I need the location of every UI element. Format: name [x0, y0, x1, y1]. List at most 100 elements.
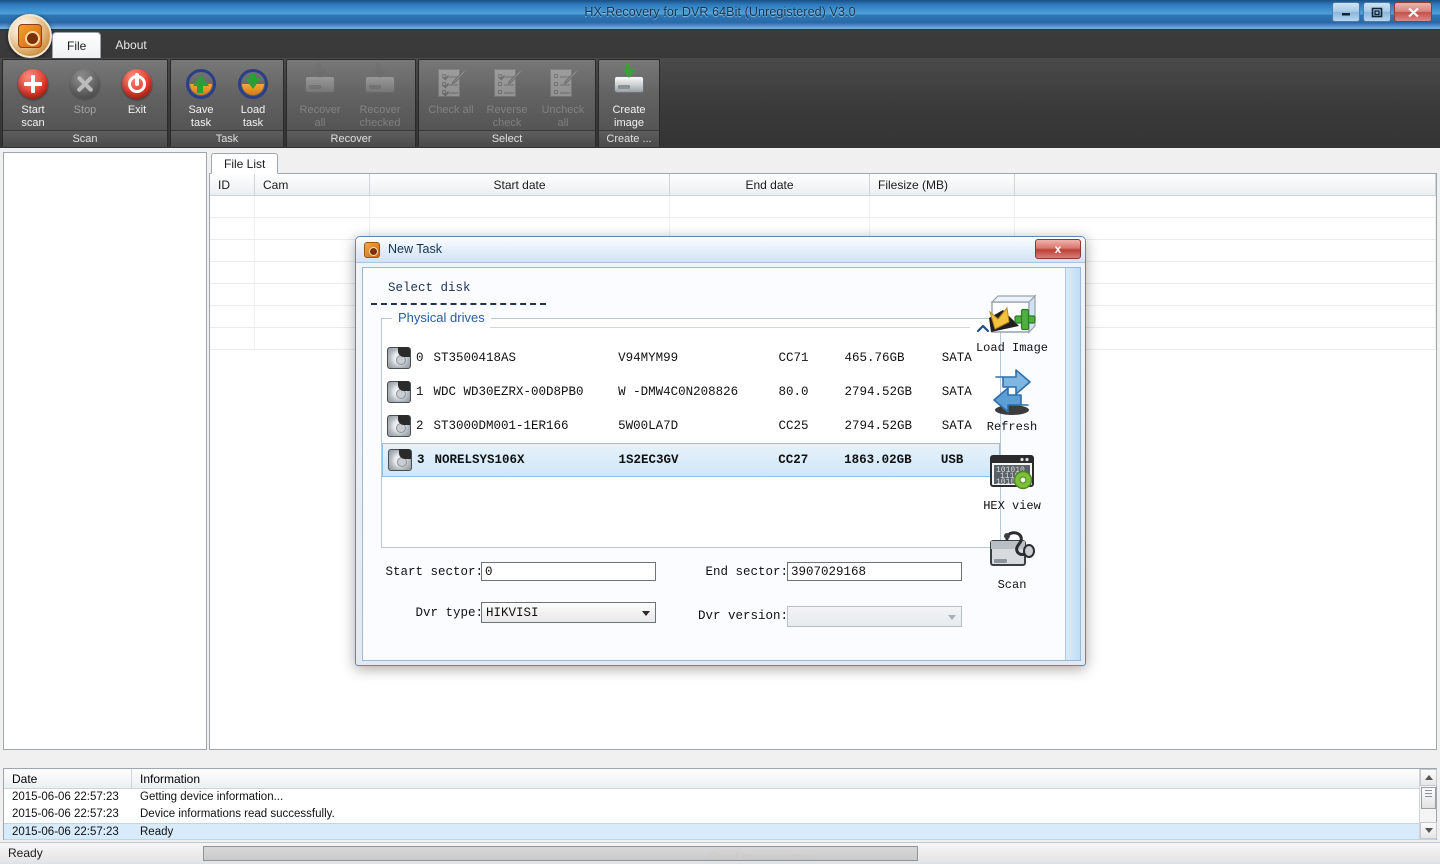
drive-serial: V94MYM99	[618, 351, 679, 365]
physical-drives-groupbox: Physical drives 0 ST3500418AS V94MYM99 C…	[381, 310, 1001, 548]
refresh-button[interactable]: Refresh	[966, 365, 1058, 434]
recover-all-label-line2: all	[314, 117, 326, 129]
create-image-label-line2: image	[614, 117, 644, 129]
recover-all-label-line1: Recover	[299, 104, 341, 116]
end-sector-input[interactable]: 3907029168	[787, 562, 962, 581]
log-header: Date Information	[4, 769, 1436, 789]
column-header-filler	[1015, 174, 1436, 195]
log-row-selected[interactable]: 2015-06-06 22:57:23 Ready	[4, 823, 1436, 840]
save-task-label-line1: Save	[188, 104, 214, 116]
drive-row[interactable]: 1 WDC WD30EZRX-00D8PB0 W -DMW4C0N208826 …	[382, 375, 1000, 409]
drive-size: 2794.52GB	[844, 419, 913, 433]
select-disk-divider	[371, 303, 546, 305]
restore-button[interactable]	[1363, 2, 1391, 22]
dialog-close-button[interactable]: x	[1035, 239, 1081, 259]
ribbon-group-create-title: Create ...	[599, 130, 659, 147]
drive-row-selected[interactable]: 3 NORELSYS106X 1S2EC3GV CC27 1863.02GB U…	[382, 443, 1000, 477]
ribbon-group-create: Create image Create ...	[598, 59, 660, 147]
recover-checked-label-line1: Recover	[359, 104, 401, 116]
hard-disk-icon	[386, 346, 412, 370]
triangle-up-icon	[1424, 775, 1433, 780]
scan-button[interactable]: Scan	[966, 523, 1058, 592]
column-header-cam[interactable]: Cam	[255, 174, 370, 195]
hard-disk-icon	[386, 414, 412, 438]
log-table[interactable]: Date Information 2015-06-06 22:57:23 Get…	[3, 768, 1437, 840]
ribbon-tabs: File About	[52, 30, 161, 58]
load-image-button[interactable]: Load Image	[966, 286, 1058, 355]
scroll-up-button[interactable]	[1420, 769, 1437, 786]
load-task-label-line2: task	[242, 117, 264, 129]
status-text: Ready	[8, 846, 43, 860]
start-sector-input[interactable]: 0	[481, 562, 656, 581]
check-all-icon	[434, 67, 468, 101]
drive-serial: W -DMW4C0N208826	[618, 385, 739, 399]
drive-firmware: CC27	[778, 453, 809, 467]
drive-row[interactable]: 2 ST3000DM001-1ER166 5W00LA7D CC25 2794.…	[382, 409, 1000, 443]
tab-file-list[interactable]: File List	[211, 153, 279, 174]
check-all-button: Check all	[423, 64, 479, 117]
tab-about[interactable]: About	[101, 32, 160, 58]
dialog-titlebar: New Task x	[356, 237, 1085, 263]
log-scrollbar[interactable]	[1419, 769, 1437, 839]
dvr-type-value: HIKVISI	[486, 606, 539, 620]
column-header-id[interactable]: ID	[210, 174, 255, 195]
plus-circle-icon	[16, 67, 50, 101]
power-icon	[120, 67, 154, 101]
create-image-button[interactable]: Create image	[603, 63, 655, 130]
log-column-information[interactable]: Information	[132, 769, 1436, 788]
scroll-down-button[interactable]	[1420, 822, 1437, 839]
drive-model: ST3500418AS	[433, 351, 516, 365]
dvr-type-select[interactable]: HIKVISI	[481, 602, 656, 623]
physical-drives-list[interactable]: 0 ST3500418AS V94MYM99 CC71 465.76GB SAT…	[382, 341, 1000, 477]
hard-disk-icon	[387, 448, 413, 472]
dialog-scrollbar[interactable]	[1067, 302, 1078, 654]
drive-firmware: CC71	[778, 351, 809, 365]
file-list-tabstrip: File List	[209, 152, 1437, 174]
dialog-title: New Task	[388, 242, 442, 256]
ribbon-group-scan-title: Scan	[3, 130, 167, 147]
stop-label: Stop	[73, 104, 97, 116]
reverse-check-label-line1: Reverse	[486, 104, 528, 116]
dvr-type-label: Dvr type:	[415, 606, 483, 620]
log-column-date[interactable]: Date	[4, 769, 132, 788]
log-info: Ready	[140, 826, 174, 838]
reverse-check-button: Reverse check	[479, 64, 535, 130]
drive-row[interactable]: 0 ST3500418AS V94MYM99 CC71 465.76GB SAT…	[382, 341, 1000, 375]
ribbon-group-task-title: Task	[171, 130, 283, 147]
drive-size: 2794.52GB	[844, 385, 913, 399]
device-tree-panel[interactable]	[3, 152, 207, 750]
save-task-button[interactable]: Save task	[175, 64, 227, 130]
recover-checked-label-line2: checked	[359, 117, 401, 129]
scrollbar-thumb[interactable]	[1421, 787, 1436, 809]
log-date: 2015-06-06 22:57:23	[12, 808, 119, 820]
drive-serial: 1S2EC3GV	[618, 453, 679, 467]
groupbox-rule	[490, 327, 970, 328]
start-scan-label-line1: Start	[21, 104, 45, 116]
ribbon: File About Start scan Stop Exit Scan Sav…	[0, 14, 1440, 148]
column-header-end-date[interactable]: End date	[670, 174, 870, 195]
pencil-icon	[563, 69, 580, 85]
exit-button[interactable]: Exit	[111, 64, 163, 117]
app-orb-button[interactable]	[8, 14, 52, 58]
minimize-button[interactable]	[1332, 2, 1360, 22]
end-sector-label: End sector:	[705, 565, 788, 579]
hex-view-button[interactable]: 101010 1110 10101 HEX view	[966, 444, 1058, 513]
load-task-button[interactable]: Load task	[227, 64, 279, 130]
table-row[interactable]	[210, 196, 1436, 218]
start-sector-label: Start sector:	[385, 565, 483, 579]
triangle-down-icon	[1424, 828, 1433, 833]
dvr-version-select	[787, 606, 962, 627]
load-image-label: Load Image	[975, 341, 1048, 355]
tab-file[interactable]: File	[52, 32, 102, 58]
column-header-start-date[interactable]: Start date	[370, 174, 670, 195]
close-button[interactable]	[1394, 2, 1432, 22]
stop-cross-icon	[68, 67, 102, 101]
reverse-check-icon	[490, 67, 524, 101]
ribbon-group-select-title: Select	[419, 130, 595, 147]
drive-number: 0	[416, 351, 424, 365]
log-row[interactable]: 2015-06-06 22:57:23 Device informations …	[4, 806, 1436, 823]
log-row[interactable]: 2015-06-06 22:57:23 Getting device infor…	[4, 789, 1436, 806]
start-scan-button[interactable]: Start scan	[7, 64, 59, 130]
pencil-icon	[451, 69, 468, 85]
column-header-filesize[interactable]: Filesize (MB)	[870, 174, 1015, 195]
